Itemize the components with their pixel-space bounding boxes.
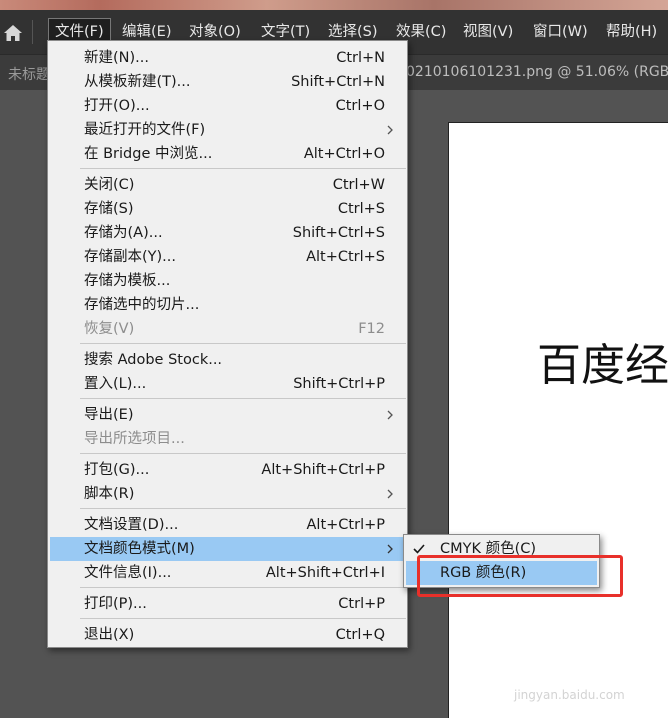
menu-help[interactable]: 帮助(H) <box>600 18 663 46</box>
menu-item-label: 存储(S) <box>84 201 134 217</box>
menu-item-document-setup[interactable]: 文档设置(D)... Alt+Ctrl+P <box>48 513 407 537</box>
menu-item-new[interactable]: 新建(N)... Ctrl+N <box>48 46 407 70</box>
menu-item-shortcut: Ctrl+N <box>336 50 385 66</box>
menu-item-label: 文档颜色模式(M) <box>84 541 195 557</box>
menu-item-label: 最近打开的文件(F) <box>84 122 206 138</box>
menu-item-save-copy[interactable]: 存储副本(Y)... Alt+Ctrl+S <box>48 245 407 269</box>
menu-separator <box>80 453 406 454</box>
watermark-brand: Bai 经验 <box>554 654 662 684</box>
menu-item-label: 文件信息(I)... <box>84 565 172 581</box>
artboard: 百度经 <box>448 122 668 718</box>
menu-item-shortcut: Shift+Ctrl+P <box>293 376 385 392</box>
menu-item-label: 导出所选项目... <box>84 431 185 447</box>
menu-item-label: 打开(O)... <box>84 98 150 114</box>
menu-item-file-info[interactable]: 文件信息(I)... Alt+Shift+Ctrl+I <box>48 561 407 585</box>
menu-item-label: 打包(G)... <box>84 462 150 478</box>
menu-item-close[interactable]: 关闭(C) Ctrl+W <box>48 173 407 197</box>
menu-item-new-from-template[interactable]: 从模板新建(T)... Shift+Ctrl+N <box>48 70 407 94</box>
menu-item-search-adobe-stock[interactable]: 搜索 Adobe Stock... <box>48 348 407 372</box>
menu-item-open[interactable]: 打开(O)... Ctrl+O <box>48 94 407 118</box>
menu-item-label: 存储为模板... <box>84 273 171 289</box>
artboard-text: 百度经 <box>537 340 668 391</box>
menu-item-open-recent[interactable]: 最近打开的文件(F) <box>48 118 407 142</box>
menu-separator <box>80 587 406 588</box>
menu-item-export-selection: 导出所选项目... <box>48 427 407 451</box>
document-tab-active[interactable]: 0210106101231.png @ 51.06% (RGB <box>406 64 668 80</box>
menu-item-shortcut: Shift+Ctrl+N <box>291 74 385 90</box>
chevron-right-icon <box>387 544 393 554</box>
menu-separator <box>80 618 406 619</box>
menu-item-save-as-template[interactable]: 存储为模板... <box>48 269 407 293</box>
menu-item-shortcut: Alt+Ctrl+P <box>306 517 385 533</box>
menu-item-label: 置入(L)... <box>84 376 147 392</box>
menu-item-shortcut: Alt+Shift+Ctrl+I <box>265 565 385 581</box>
menu-item-shortcut: Ctrl+W <box>332 177 385 193</box>
menu-separator <box>80 398 406 399</box>
menu-item-shortcut: Alt+Ctrl+S <box>306 249 385 265</box>
chevron-right-icon <box>387 489 393 499</box>
menu-item-shortcut: Ctrl+S <box>337 201 385 217</box>
home-button[interactable] <box>0 20 26 46</box>
menu-item-label: 导出(E) <box>84 407 134 423</box>
menu-item-save-as[interactable]: 存储为(A)... Shift+Ctrl+S <box>48 221 407 245</box>
menu-item-print[interactable]: 打印(P)... Ctrl+P <box>48 592 407 616</box>
menu-item-label: 存储选中的切片... <box>84 297 200 313</box>
menu-item-shortcut: Ctrl+O <box>335 98 385 114</box>
menu-item-label: 搜索 Adobe Stock... <box>84 352 223 368</box>
menu-item-label: 打印(P)... <box>84 596 147 612</box>
baidu-watermark: Bai 经验 jingyan.baidu.com <box>514 640 664 710</box>
menu-item-label: 关闭(C) <box>84 177 135 193</box>
home-icon <box>4 25 22 41</box>
menu-separator <box>80 343 406 344</box>
menu-item-scripts[interactable]: 脚本(R) <box>48 482 407 506</box>
menu-item-label: 新建(N)... <box>84 50 149 66</box>
menu-item-label: 在 Bridge 中浏览... <box>84 146 213 162</box>
menu-item-label: 存储副本(Y)... <box>84 249 176 265</box>
menu-window[interactable]: 窗口(W) <box>527 18 594 46</box>
menu-view[interactable]: 视图(V) <box>457 18 519 46</box>
menubar-divider <box>32 20 33 44</box>
menu-item-shortcut: Alt+Shift+Ctrl+P <box>261 462 385 478</box>
menu-item-save-selected-slices[interactable]: 存储选中的切片... <box>48 293 407 317</box>
menu-item-label: 存储为(A)... <box>84 225 163 241</box>
menu-separator <box>80 168 406 169</box>
annotation-highlight-box <box>417 555 623 597</box>
menu-item-export[interactable]: 导出(E) <box>48 403 407 427</box>
menu-item-label: 文档设置(D)... <box>84 517 179 533</box>
menu-item-label: 恢复(V) <box>84 321 135 337</box>
menu-item-browse-in-bridge[interactable]: 在 Bridge 中浏览... Alt+Ctrl+O <box>48 142 407 166</box>
chevron-right-icon <box>387 410 393 420</box>
menu-item-shortcut: Shift+Ctrl+S <box>292 225 385 241</box>
menu-separator <box>80 508 406 509</box>
watermark-url: jingyan.baidu.com <box>514 688 625 702</box>
baidu-paw-icon <box>522 649 549 675</box>
menu-item-revert: 恢复(V) F12 <box>48 317 407 341</box>
menu-item-exit[interactable]: 退出(X) Ctrl+Q <box>48 623 407 647</box>
menu-item-place[interactable]: 置入(L)... Shift+Ctrl+P <box>48 372 407 396</box>
checkmark-icon <box>413 544 425 554</box>
menu-item-label: 退出(X) <box>84 627 135 643</box>
menu-item-shortcut: Alt+Ctrl+O <box>303 146 385 162</box>
menu-item-save[interactable]: 存储(S) Ctrl+S <box>48 197 407 221</box>
menu-item-package[interactable]: 打包(G)... Alt+Shift+Ctrl+P <box>48 458 407 482</box>
menu-item-label: 脚本(R) <box>84 486 135 502</box>
file-menu-dropdown: 新建(N)... Ctrl+N 从模板新建(T)... Shift+Ctrl+N… <box>47 40 408 648</box>
menu-item-shortcut: Ctrl+Q <box>335 627 385 643</box>
menu-item-shortcut: Ctrl+P <box>338 596 385 612</box>
menu-item-label: 从模板新建(T)... <box>84 74 191 90</box>
chevron-right-icon <box>387 125 393 135</box>
document-tab-untitled[interactable]: 未标题 <box>8 64 50 84</box>
menu-item-document-color-mode[interactable]: 文档颜色模式(M) <box>50 537 405 561</box>
background-photo-strip <box>0 0 668 10</box>
menu-item-shortcut: F12 <box>358 321 385 337</box>
